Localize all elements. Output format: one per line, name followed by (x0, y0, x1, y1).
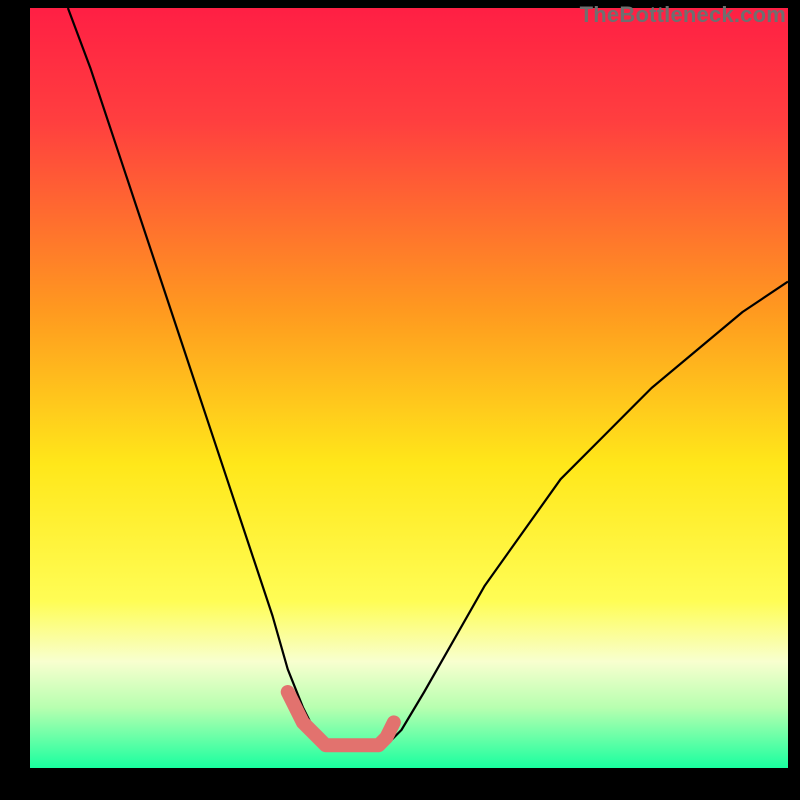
chart-svg (30, 8, 788, 768)
chart-background (30, 8, 788, 768)
chart-plot-area (30, 8, 788, 768)
chart-frame: TheBottleneck.com (0, 0, 800, 800)
watermark-text: TheBottleneck.com (580, 2, 786, 28)
